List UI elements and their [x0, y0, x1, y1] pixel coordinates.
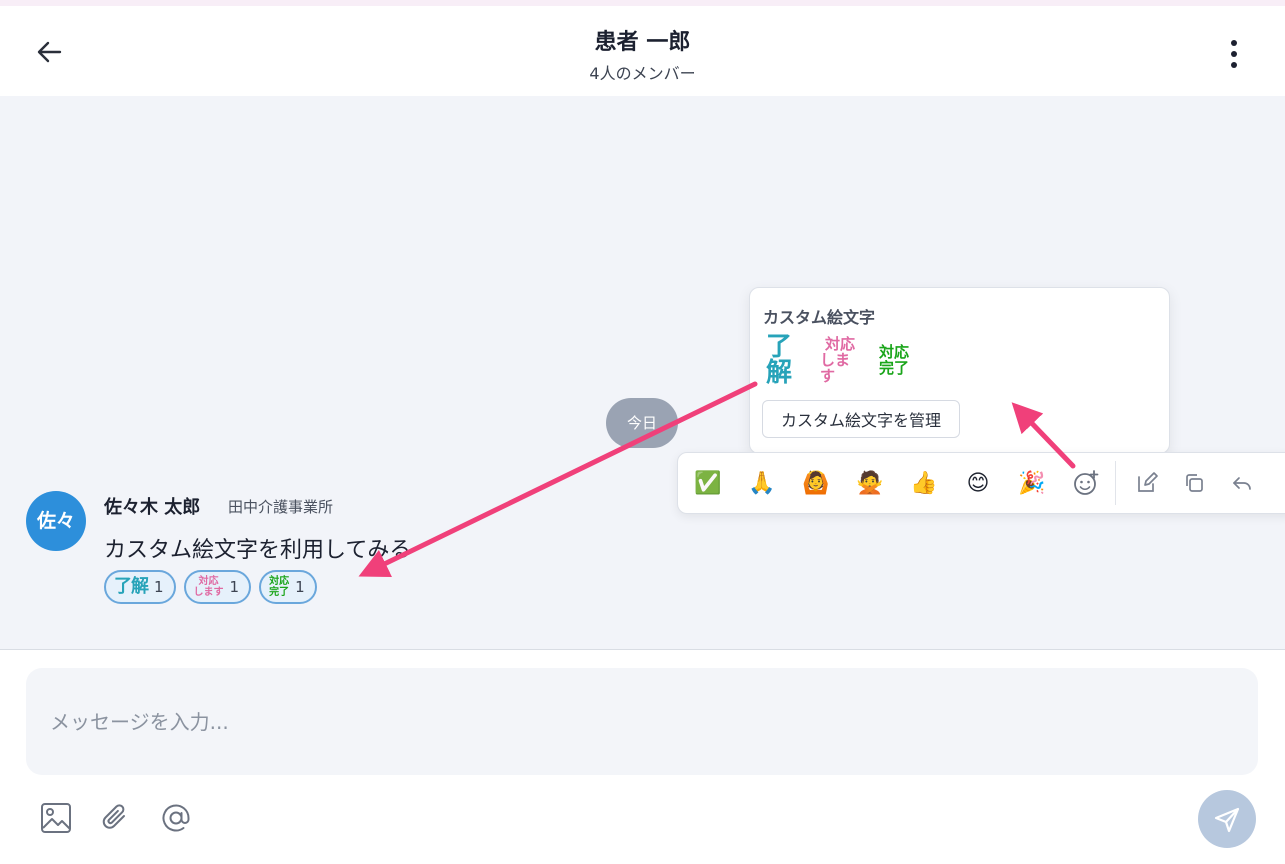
- emoji-line: 対応: [878, 343, 909, 361]
- message-text: カスタム絵文字を利用してみる: [104, 538, 412, 563]
- reaction-count: 1: [229, 578, 240, 596]
- check-mark-icon[interactable]: ✅: [690, 465, 726, 501]
- custom-emoji-taiou-shimasu[interactable]: 対応 します: [820, 336, 860, 384]
- send-button[interactable]: [1198, 790, 1256, 848]
- manage-custom-emoji-button[interactable]: カスタム絵文字を管理: [762, 400, 961, 438]
- reaction-ryokai[interactable]: 了解 1: [104, 570, 176, 604]
- sender-organization: 田中介護事業所: [228, 498, 334, 516]
- date-separator: 今日: [606, 398, 678, 448]
- taiou-kanryo-emoji-icon: 対応 完了: [879, 344, 909, 376]
- reaction-count: 1: [154, 578, 164, 596]
- custom-emoji-popover: カスタム絵文字 了解 対応 します 対応 完了 カスタム絵文字を管理: [749, 287, 1170, 454]
- member-count: 4人のメンバー: [589, 64, 696, 83]
- more-options-icon[interactable]: [1218, 36, 1250, 72]
- reaction-count: 1: [295, 578, 305, 596]
- emoji-line: します: [193, 587, 224, 598]
- taiou-shimasu-emoji-icon: 対応 します: [194, 576, 224, 598]
- no-gesture-icon[interactable]: 🙅: [852, 465, 888, 501]
- emoji-line: 対応: [198, 576, 219, 587]
- send-icon: [1214, 807, 1240, 833]
- sender-name[interactable]: 佐々木 太郎: [104, 493, 200, 519]
- message-action-toolbar: ✅ 🙏 🙆 🙅 👍 😊 🎉: [677, 452, 1285, 514]
- custom-emoji-ryokai[interactable]: 了解: [766, 334, 806, 386]
- page-title: 患者 一郎: [594, 30, 691, 55]
- add-reaction-icon[interactable]: [1068, 465, 1104, 501]
- mention-icon[interactable]: [158, 800, 194, 836]
- copy-icon[interactable]: [1176, 465, 1212, 501]
- toolbar-divider: [1115, 461, 1116, 505]
- attachment-icon[interactable]: [98, 800, 134, 836]
- reply-icon[interactable]: [1224, 465, 1260, 501]
- emoji-line: します: [820, 351, 851, 385]
- taiou-shimasu-emoji-icon: 対応 します: [820, 336, 860, 384]
- message-input[interactable]: [26, 668, 1258, 775]
- thumbs-up-icon[interactable]: 👍: [906, 465, 942, 501]
- smiling-face-icon[interactable]: 😊: [960, 465, 996, 501]
- edit-icon[interactable]: [1129, 465, 1165, 501]
- ryokai-emoji-icon: 了解: [114, 576, 149, 597]
- folded-hands-icon[interactable]: 🙏: [744, 465, 780, 501]
- reaction-list: 了解 1 対応 します 1 対応 完了 1: [104, 570, 317, 604]
- emoji-line: 完了: [269, 587, 290, 598]
- image-icon[interactable]: [38, 800, 74, 836]
- reaction-taiou-shimasu[interactable]: 対応 します 1: [183, 570, 252, 604]
- custom-emoji-list: 了解 対応 します 対応 完了: [766, 334, 914, 386]
- emoji-line: 完了: [878, 359, 909, 377]
- avatar[interactable]: 佐々: [26, 491, 86, 551]
- ok-gesture-icon[interactable]: 🙆: [798, 465, 834, 501]
- reaction-taiou-kanryo[interactable]: 対応 完了 1: [259, 570, 317, 604]
- taiou-kanryo-emoji-icon: 対応 完了: [269, 576, 289, 598]
- emoji-line: 対応: [824, 335, 855, 353]
- popover-title: カスタム絵文字: [763, 308, 876, 327]
- party-popper-icon[interactable]: 🎉: [1014, 465, 1050, 501]
- emoji-line: 対応: [269, 576, 290, 587]
- custom-emoji-taiou-kanryo[interactable]: 対応 完了: [874, 340, 914, 380]
- chat-header: 患者 一郎 4人のメンバー: [0, 6, 1285, 96]
- ryokai-emoji-icon: 了解: [766, 332, 792, 388]
